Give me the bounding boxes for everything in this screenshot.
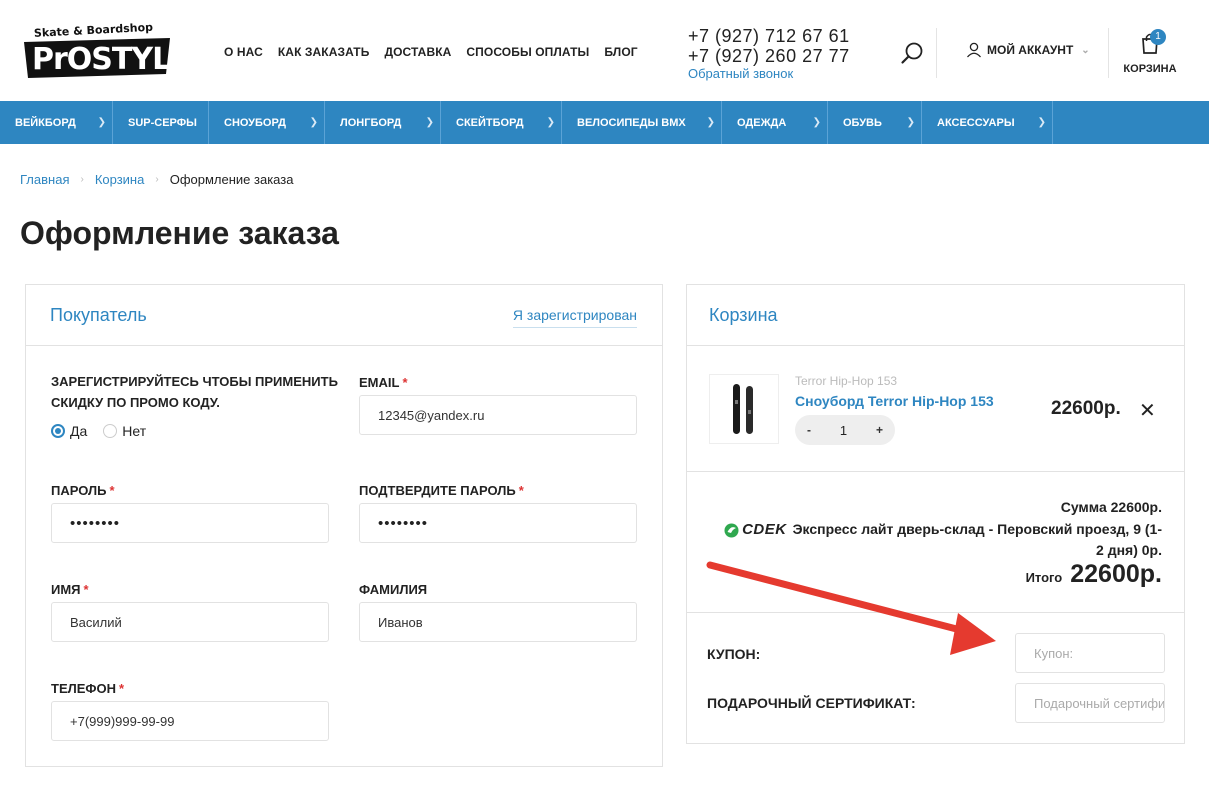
confirm-password-label: ПОДТВЕРДИТЕ ПАРОЛЬ *	[359, 483, 524, 498]
gift-certificate-input[interactable]: Подарочный сертификат	[1015, 683, 1165, 723]
surname-field[interactable]: Иванов	[359, 602, 637, 642]
cart-label: КОРЗИНА	[1123, 63, 1177, 75]
search-icon	[901, 42, 923, 64]
password-field[interactable]: ••••••••	[51, 503, 329, 543]
account-menu[interactable]: МОЙ АККАУНТ ⌄	[966, 42, 1090, 58]
name-field[interactable]: Василий	[51, 602, 329, 642]
registered-link[interactable]: Я зарегистрирован	[512, 307, 637, 328]
total-label: Итого	[1025, 570, 1063, 585]
product-price: 22600р.	[1051, 398, 1121, 419]
quantity-stepper: - 1 +	[795, 415, 895, 445]
phone-2[interactable]: +7 (927) 260 27 77	[688, 46, 850, 66]
header-cart[interactable]: 1 КОРЗИНА	[1122, 29, 1178, 75]
header-divider	[1108, 28, 1109, 78]
confirm-password-field[interactable]: ••••••••	[359, 503, 637, 543]
register-promo-text: ЗАРЕГИСТРИРУЙТЕСЬ ЧТОБЫ ПРИМЕНИТЬ СКИДКУ…	[51, 374, 338, 410]
phone-1[interactable]: +7 (927) 712 67 61	[688, 26, 850, 46]
product-brand: Terror Hip-Hop 153	[795, 374, 898, 388]
site-header: Skate & Boardshop PrOSTYLE О НАС КАК ЗАК…	[0, 0, 1209, 101]
basket-panel: Корзина Terror Hip-Hop 153 Сноуборд Terr…	[686, 284, 1185, 744]
category-accessories[interactable]: АКСЕССУАРЫ ❯	[922, 101, 1053, 144]
surname-label: ФАМИЛИЯ	[359, 582, 428, 597]
callback-link[interactable]: Обратный звонок	[688, 66, 850, 82]
qty-value[interactable]: 1	[840, 423, 847, 438]
chevron-down-icon: ❯	[906, 117, 915, 128]
qty-minus-button[interactable]: -	[807, 423, 811, 437]
chevron-down-icon: ❯	[546, 117, 555, 128]
buyer-panel-header: Покупатель Я зарегистрирован	[26, 285, 662, 346]
nav-blog[interactable]: БЛОГ	[604, 45, 637, 59]
order-total: Итого 22600р.	[1026, 560, 1162, 589]
chevron-down-icon: ❯	[309, 117, 318, 128]
subtotal: Сумма 22600р.	[1060, 499, 1162, 515]
product-thumbnail[interactable]	[709, 374, 779, 444]
category-longboard[interactable]: ЛОНГБОРД ❯	[325, 101, 441, 144]
email-label: EMAIL *	[359, 375, 408, 390]
category-skateboard[interactable]: СКЕЙТБОРД ❯	[441, 101, 562, 144]
radio-no[interactable]	[103, 424, 118, 438]
chevron-down-icon: ❯	[425, 117, 434, 128]
product-name-link[interactable]: Сноуборд Terror Hip-Hop 153	[795, 393, 994, 409]
category-sup[interactable]: SUP-СЕРФЫ	[113, 101, 209, 144]
remove-item-button[interactable]: ✕	[1139, 398, 1156, 423]
phones-block: +7 (927) 712 67 61 +7 (927) 260 27 77 Об…	[688, 26, 850, 82]
breadcrumb: Главная › Корзина › Оформление заказа	[20, 172, 293, 187]
name-label: ИМЯ *	[51, 582, 89, 597]
cdek-logo: CDEK	[724, 520, 787, 540]
chevron-down-icon: ❯	[706, 117, 715, 128]
category-clothing[interactable]: ОДЕЖДА ❯	[722, 101, 828, 144]
basket-title: Корзина	[709, 305, 778, 325]
header-divider	[936, 28, 937, 78]
snowboard-image	[733, 384, 753, 434]
delivery-text: Экспресс лайт дверь-склад - Перовский пр…	[792, 521, 1162, 559]
breadcrumb-current: Оформление заказа	[169, 172, 294, 187]
radio-yes[interactable]	[51, 424, 65, 438]
category-snowboard[interactable]: СНОУБОРД ❯	[209, 101, 325, 144]
category-menu: ВЕЙКБОРД ❯ SUP-СЕРФЫ СНОУБОРД ❯ ЛОНГБОРД ❯ …	[0, 101, 1209, 144]
page-title: Оформление заказа	[20, 215, 339, 251]
chevron-right-icon: ›	[155, 174, 159, 185]
buyer-panel: Покупатель Я зарегистрирован ЗАРЕГИСТРИР…	[25, 284, 663, 767]
phone-label: ТЕЛЕФОН *	[51, 681, 125, 696]
nav-how-to-order[interactable]: КАК ЗАКАЗАТЬ	[278, 45, 370, 59]
phone-field[interactable]: +7(999)999-99-99	[51, 701, 329, 741]
site-logo[interactable]: Skate & Boardshop PrOSTYLE	[20, 22, 172, 80]
svg-text:Skate & Boardshop: Skate & Boardshop	[34, 22, 154, 40]
svg-text:PrOSTYLE: PrOSTYLE	[32, 42, 172, 77]
category-shoes[interactable]: ОБУВЬ ❯	[828, 101, 922, 144]
account-label: МОЙ АККАУНТ	[987, 43, 1074, 57]
cdek-leaf-icon	[724, 523, 739, 538]
register-radio-group: Да Нет	[51, 423, 146, 439]
nav-payment-methods[interactable]: СПОСОБЫ ОПЛАТЫ	[466, 45, 589, 59]
search-button[interactable]	[900, 40, 926, 66]
cart-count-badge: 1	[1150, 29, 1166, 45]
nav-about[interactable]: О НАС	[224, 45, 263, 59]
coupon-input[interactable]: Купон:	[1015, 633, 1165, 673]
top-navigation: О НАС КАК ЗАКАЗАТЬ ДОСТАВКА СПОСОБЫ ОПЛА…	[224, 45, 653, 59]
chevron-down-icon: ⌄	[1081, 44, 1090, 56]
email-field[interactable]: 12345@yandex.ru	[359, 395, 637, 435]
category-bmx[interactable]: ВЕЛОСИПЕДЫ BMX ❯	[562, 101, 722, 144]
chevron-down-icon: ❯	[1037, 117, 1046, 128]
buyer-title: Покупатель	[50, 305, 147, 325]
chevron-right-icon: ›	[80, 174, 84, 185]
gift-certificate-label: ПОДАРОЧНЫЙ СЕРТИФИКАТ:	[707, 695, 916, 711]
qty-plus-button[interactable]: +	[876, 423, 883, 437]
annotation-arrow	[706, 561, 996, 655]
user-icon	[967, 42, 981, 58]
radio-yes-label: Да	[70, 423, 88, 439]
password-label: ПАРОЛЬ *	[51, 483, 115, 498]
radio-no-label: Нет	[122, 423, 147, 439]
breadcrumb-home[interactable]: Главная	[20, 172, 69, 187]
chevron-down-icon: ❯	[812, 117, 821, 128]
breadcrumb-cart[interactable]: Корзина	[95, 172, 145, 187]
total-value: 22600р.	[1070, 560, 1162, 588]
category-wakeboard[interactable]: ВЕЙКБОРД ❯	[0, 101, 113, 144]
basket-panel-header: Корзина	[687, 285, 1184, 346]
nav-delivery[interactable]: ДОСТАВКА	[384, 45, 451, 59]
chevron-down-icon: ❯	[97, 117, 106, 128]
